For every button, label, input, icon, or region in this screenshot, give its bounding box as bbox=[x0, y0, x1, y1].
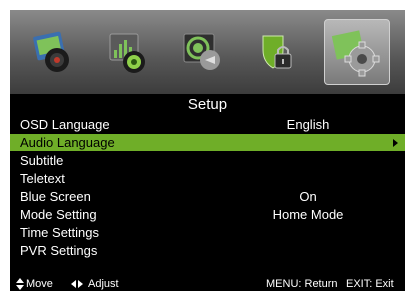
setup-menu: Setup OSD Language English Audio Languag… bbox=[10, 94, 405, 291]
menu-item-osd-language[interactable]: OSD Language English bbox=[10, 116, 405, 133]
menu-item-label: Audio Language bbox=[20, 135, 115, 150]
menu-return-hint: MENU: Return bbox=[266, 278, 338, 290]
menu-item-value: Home Mode bbox=[272, 207, 344, 222]
menu-item-mode-setting[interactable]: Mode Setting Home Mode bbox=[10, 206, 405, 223]
menu-item-time-settings[interactable]: Time Settings bbox=[10, 224, 405, 241]
channel-icon bbox=[183, 33, 221, 70]
menu-item-label: Mode Setting bbox=[20, 207, 97, 222]
lock-icon bbox=[262, 35, 292, 69]
menu-item-label: Blue Screen bbox=[20, 189, 91, 204]
picture-icon bbox=[33, 31, 70, 72]
submenu-arrow-icon bbox=[393, 139, 398, 147]
left-arrow-icon bbox=[71, 280, 76, 288]
menu-item-value: English bbox=[286, 117, 330, 132]
exit-hint: EXIT: Exit bbox=[346, 278, 394, 290]
move-hint: Move bbox=[26, 278, 53, 290]
menu-item-audio-language[interactable]: Audio Language bbox=[10, 134, 405, 151]
menu-title: Setup bbox=[187, 96, 228, 113]
down-arrow-icon bbox=[16, 285, 24, 290]
right-arrow-icon bbox=[78, 280, 83, 288]
up-arrow-icon bbox=[16, 278, 24, 283]
sound-icon bbox=[109, 33, 145, 73]
tab-setup[interactable] bbox=[323, 19, 390, 85]
category-tab-bar bbox=[10, 10, 405, 94]
tab-sound[interactable] bbox=[100, 23, 156, 81]
tv-setup-screen: Setup OSD Language English Audio Languag… bbox=[0, 0, 415, 291]
gear-icon bbox=[331, 30, 380, 77]
menu-item-label: OSD Language bbox=[20, 117, 110, 132]
menu-item-label: Subtitle bbox=[20, 153, 64, 168]
key-hint-bar: Move Adjust MENU: Return EXIT: Exit bbox=[10, 278, 405, 291]
adjust-hint: Adjust bbox=[88, 278, 119, 290]
menu-item-pvr-settings[interactable]: PVR Settings bbox=[10, 242, 405, 259]
menu-item-subtitle[interactable]: Subtitle bbox=[10, 152, 405, 169]
tab-channel[interactable] bbox=[174, 23, 230, 81]
menu-item-label: Time Settings bbox=[20, 225, 99, 240]
menu-item-value: On bbox=[299, 189, 317, 204]
menu-item-blue-screen[interactable]: Blue Screen On bbox=[10, 188, 405, 205]
tab-lock[interactable] bbox=[249, 23, 305, 81]
tab-picture[interactable] bbox=[25, 23, 81, 81]
menu-item-label: Teletext bbox=[20, 171, 65, 186]
menu-item-label: PVR Settings bbox=[20, 243, 98, 258]
menu-item-teletext[interactable]: Teletext bbox=[10, 170, 405, 187]
